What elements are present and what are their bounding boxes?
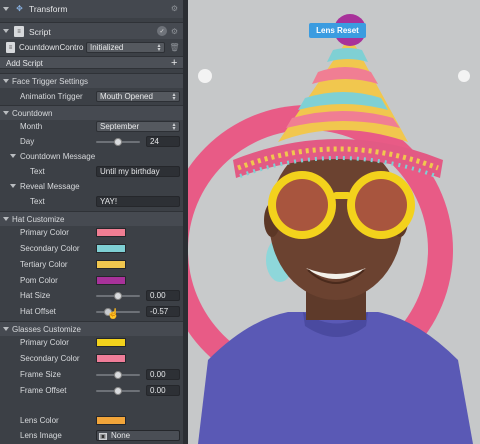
frame-offset-row: Frame Offset 0.00 xyxy=(0,383,183,398)
countdown-message-header[interactable]: Countdown Message xyxy=(0,149,183,164)
updown-icon: ▴ ▾ xyxy=(157,43,161,53)
glasses-primary-row: Primary Color xyxy=(0,335,183,350)
color-swatch[interactable] xyxy=(96,260,126,269)
hat-size-slider[interactable] xyxy=(96,292,140,300)
lens-preview: Lens Reset xyxy=(188,0,480,444)
preview-scene xyxy=(188,0,480,444)
slider-knob[interactable] xyxy=(114,138,122,146)
script-title: Script xyxy=(29,27,51,37)
hat-tertiary-row: Tertiary Color xyxy=(0,257,183,272)
countdown-text-field[interactable]: Until my birthday xyxy=(96,166,180,177)
cursor-icon: ☝ xyxy=(107,309,120,320)
reveal-text-field[interactable]: YAY! xyxy=(96,196,180,207)
script-state-select[interactable]: Initialized ▴ ▾ xyxy=(86,42,165,53)
collapse-arrow-icon[interactable] xyxy=(3,217,9,221)
hat-size-field[interactable]: 0.00 xyxy=(146,290,180,301)
check-icon[interactable]: ✓ xyxy=(157,26,167,36)
countdown-header[interactable]: Countdown xyxy=(0,105,183,120)
collapse-arrow-icon[interactable] xyxy=(3,29,9,33)
month-row: Month September ▴ ▾ xyxy=(0,119,183,134)
script-header[interactable]: ≡ Script ✓ ⚙ xyxy=(0,22,183,39)
glasses-secondary-row: Secondary Color xyxy=(0,351,183,366)
pom-color-row: Pom Color xyxy=(0,273,183,288)
slider-knob[interactable] xyxy=(114,387,122,395)
color-swatch[interactable] xyxy=(96,338,126,347)
collapse-arrow-icon[interactable] xyxy=(3,79,9,83)
add-script-button[interactable]: Add Script + xyxy=(0,56,183,69)
updown-icon: ▴ ▾ xyxy=(172,92,176,102)
day-row: Day 24 xyxy=(0,134,183,149)
day-field[interactable]: 24 xyxy=(146,136,180,147)
hat-primary-row: Primary Color xyxy=(0,225,183,240)
slider-knob[interactable] xyxy=(114,292,122,300)
script-asset-row: ≡ CountdownContro Initialized ▴ ▾ 🗑 xyxy=(0,40,183,55)
hat-offset-row: Hat Offset ☝ -0.57 xyxy=(0,304,183,320)
reveal-text-row: Text YAY! xyxy=(0,194,183,209)
transform-header[interactable]: ✥ Transform ⚙ xyxy=(0,0,183,18)
frame-size-row: Frame Size 0.00 xyxy=(0,367,183,382)
collapse-arrow-icon[interactable] xyxy=(3,327,9,331)
collapse-arrow-icon[interactable] xyxy=(10,154,16,158)
plus-icon[interactable]: + xyxy=(171,57,177,69)
animation-trigger-select[interactable]: Mouth Opened ▴ ▾ xyxy=(96,91,180,102)
frame-offset-field[interactable]: 0.00 xyxy=(146,385,180,396)
animation-trigger-row: Animation Trigger Mouth Opened ▴ ▾ xyxy=(0,89,183,104)
month-select[interactable]: September ▴ ▾ xyxy=(96,121,180,132)
transform-icon: ✥ xyxy=(16,4,23,13)
image-icon: ▣ xyxy=(99,433,107,440)
script-file-icon: ≡ xyxy=(6,42,15,53)
frame-size-slider[interactable] xyxy=(96,371,140,379)
confetti-dot xyxy=(198,69,212,83)
hat-secondary-row: Secondary Color xyxy=(0,241,183,256)
slider-knob[interactable] xyxy=(114,371,122,379)
color-swatch[interactable] xyxy=(96,276,126,285)
collapse-arrow-icon[interactable] xyxy=(3,7,9,11)
color-swatch[interactable] xyxy=(96,228,126,237)
color-swatch[interactable] xyxy=(96,416,126,425)
hat-customize-header[interactable]: Hat Customize xyxy=(0,211,183,226)
glasses-customize-header[interactable]: Glasses Customize xyxy=(0,321,183,336)
lens-image-field[interactable]: None xyxy=(96,430,180,441)
collapse-arrow-icon[interactable] xyxy=(3,111,9,115)
reveal-message-header[interactable]: Reveal Message xyxy=(0,179,183,194)
transform-title: Transform xyxy=(29,4,68,14)
color-swatch[interactable] xyxy=(96,354,126,363)
hat-offset-field[interactable]: -0.57 xyxy=(146,306,180,317)
confetti-dot xyxy=(458,70,470,82)
gear-icon[interactable]: ⚙ xyxy=(169,3,180,14)
frame-offset-slider[interactable] xyxy=(96,387,140,395)
collapse-arrow-icon[interactable] xyxy=(10,184,16,188)
script-file-icon: ≡ xyxy=(14,26,24,37)
inspector-panel: ✥ Transform ⚙ ≡ Script ✓ ⚙ ≡ CountdownCo… xyxy=(0,0,183,444)
hat-size-row: Hat Size 0.00 xyxy=(0,288,183,303)
lens-reset-button[interactable]: Lens Reset xyxy=(309,23,366,38)
lens-color-row: Lens Color xyxy=(0,413,183,428)
lens-image-row: Lens Image None ▣ xyxy=(0,428,183,443)
countdown-text-row: Text Until my birthday xyxy=(0,164,183,179)
color-swatch[interactable] xyxy=(96,244,126,253)
day-slider[interactable] xyxy=(96,138,140,146)
face-trigger-header[interactable]: Face Trigger Settings xyxy=(0,73,183,88)
frame-size-field[interactable]: 0.00 xyxy=(146,369,180,380)
updown-icon: ▴ ▾ xyxy=(172,122,176,132)
gear-icon[interactable]: ⚙ xyxy=(169,26,180,37)
trash-icon[interactable]: 🗑 xyxy=(169,42,180,53)
script-name[interactable]: CountdownContro xyxy=(19,43,85,52)
